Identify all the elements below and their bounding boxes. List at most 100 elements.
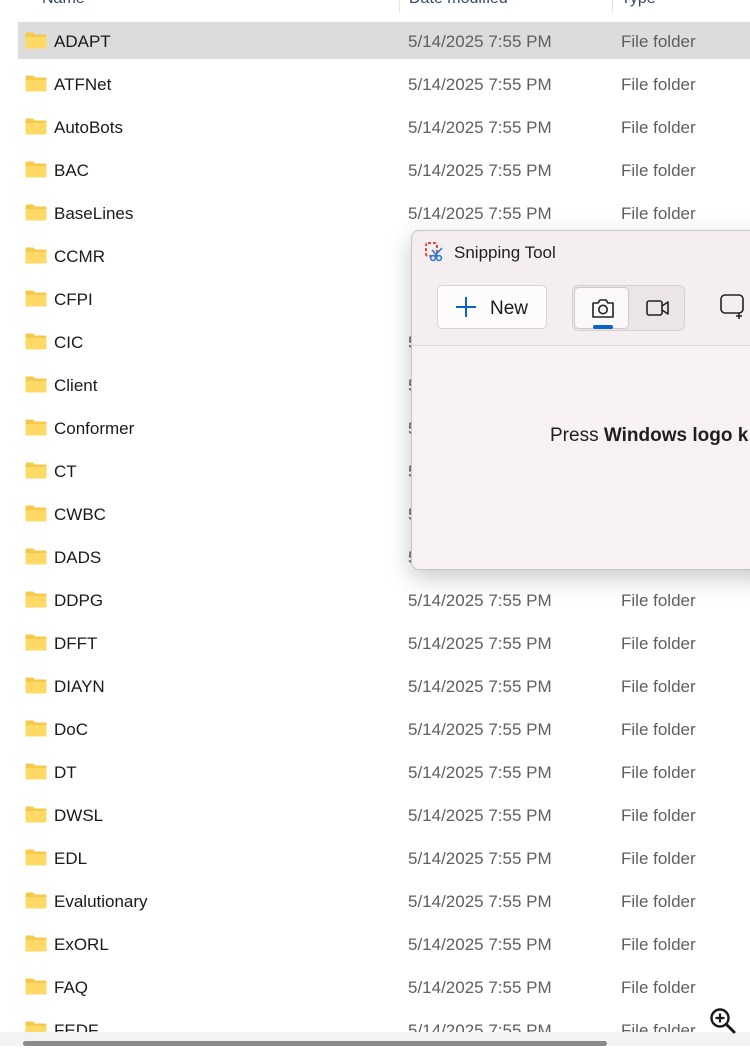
file-name: CCMR: [54, 247, 105, 266]
date-modified: 5/14/2025 7:55 PM: [408, 204, 552, 223]
titlebar[interactable]: Snipping Tool: [412, 231, 750, 275]
selected-indicator: [593, 325, 613, 329]
list-item[interactable]: ExORL 5/14/2025 7:55 PM File folder: [18, 925, 750, 962]
video-camera-icon: [646, 300, 669, 316]
plus-icon: [456, 297, 476, 317]
list-item[interactable]: ATFNet 5/14/2025 7:55 PM File folder: [18, 65, 750, 102]
file-name: BAC: [54, 161, 89, 180]
file-name: CFPI: [54, 290, 93, 309]
folder-icon: [25, 376, 47, 393]
folder-icon: [25, 247, 47, 264]
column-header: Name Date modified Type: [0, 0, 750, 12]
date-modified: 5/14/2025 7:55 PM: [408, 118, 552, 137]
list-item[interactable]: DFFT 5/14/2025 7:55 PM File folder: [18, 624, 750, 661]
folder-icon: [25, 634, 47, 651]
folder-icon: [25, 333, 47, 350]
file-name: Conformer: [54, 419, 135, 438]
camera-icon: [592, 299, 614, 318]
list-item[interactable]: DT 5/14/2025 7:55 PM File folder: [18, 753, 750, 790]
list-item[interactable]: FAQ 5/14/2025 7:55 PM File folder: [18, 968, 750, 1005]
file-name: BaseLines: [54, 204, 134, 223]
list-item[interactable]: DoC 5/14/2025 7:55 PM File folder: [18, 710, 750, 747]
date-modified: 5/14/2025 7:55 PM: [408, 161, 552, 180]
file-name: ADAPT: [54, 32, 111, 51]
file-name: DoC: [54, 720, 89, 739]
hint-text: Press Windows logo k: [550, 425, 749, 446]
new-button-label: New: [490, 298, 529, 319]
file-name: ATFNet: [54, 75, 112, 94]
file-type: File folder: [621, 32, 696, 51]
file-name: DT: [54, 763, 77, 782]
folder-icon: [25, 978, 47, 995]
folder-icon: [25, 677, 47, 694]
snipping-tool-window[interactable]: Snipping Tool New Press Windows logo k: [411, 230, 750, 570]
folder-icon: [25, 419, 47, 436]
date-modified: 5/14/2025 7:55 PM: [408, 591, 552, 610]
photo-mode-button[interactable]: [574, 287, 629, 329]
file-name: CIC: [54, 333, 84, 352]
window-title: Snipping Tool: [454, 243, 556, 262]
list-item[interactable]: DDPG 5/14/2025 7:55 PM File folder: [18, 581, 750, 618]
folder-icon: [25, 75, 47, 92]
column-separator[interactable]: [612, 0, 613, 12]
date-modified: 5/14/2025 7:55 PM: [408, 75, 552, 94]
rectangle-snip-icon: [720, 294, 744, 319]
new-snip-button[interactable]: New: [437, 285, 547, 329]
folder-icon: [25, 290, 47, 307]
column-date-header[interactable]: Date modified: [409, 0, 508, 8]
file-name: Client: [54, 376, 98, 395]
folder-icon: [25, 462, 47, 479]
file-type: File folder: [621, 849, 696, 868]
file-type: File folder: [621, 978, 696, 997]
file-name: DADS: [54, 548, 102, 567]
list-item[interactable]: ADAPT 5/14/2025 7:55 PM File folder: [18, 22, 750, 59]
scrollbar-thumb[interactable]: [23, 1041, 607, 1046]
date-modified: 5/14/2025 7:55 PM: [408, 892, 552, 911]
file-type: File folder: [621, 892, 696, 911]
folder-icon: [25, 204, 47, 221]
column-name-header[interactable]: Name: [42, 0, 85, 8]
folder-icon: [25, 32, 47, 49]
list-item[interactable]: DIAYN 5/14/2025 7:55 PM File folder: [18, 667, 750, 704]
list-item[interactable]: BaseLines 5/14/2025 7:55 PM File folder: [18, 194, 750, 231]
file-name: CWBC: [54, 505, 106, 524]
snip-shape-button[interactable]: [717, 289, 750, 325]
date-modified: 5/14/2025 7:55 PM: [408, 634, 552, 653]
file-name: DFFT: [54, 634, 98, 653]
file-type: File folder: [621, 677, 696, 696]
column-separator[interactable]: [399, 0, 400, 12]
folder-icon: [25, 935, 47, 952]
folder-icon: [25, 849, 47, 866]
file-name: DIAYN: [54, 677, 105, 696]
list-item[interactable]: BAC 5/14/2025 7:55 PM File folder: [18, 151, 750, 188]
date-modified: 5/14/2025 7:55 PM: [408, 806, 552, 825]
snipping-tool-icon: [425, 242, 443, 262]
video-mode-button[interactable]: [633, 287, 683, 329]
file-type: File folder: [621, 591, 696, 610]
folder-icon: [25, 591, 47, 608]
list-item[interactable]: Evalutionary 5/14/2025 7:55 PM File folder: [18, 882, 750, 919]
column-type-header[interactable]: Type: [621, 0, 656, 8]
list-item[interactable]: EDL 5/14/2025 7:55 PM File folder: [18, 839, 750, 876]
snip-body: Press Windows logo k: [412, 346, 750, 569]
date-modified: 5/14/2025 7:55 PM: [408, 849, 552, 868]
folder-icon: [25, 892, 47, 909]
folder-icon: [25, 548, 47, 565]
file-type: File folder: [621, 75, 696, 94]
file-name: EDL: [54, 849, 88, 868]
file-name: ExORL: [54, 935, 109, 954]
file-type: File folder: [621, 935, 696, 954]
file-name: FAQ: [54, 978, 89, 997]
list-item[interactable]: AutoBots 5/14/2025 7:55 PM File folder: [18, 108, 750, 145]
folder-icon: [25, 806, 47, 823]
date-modified: 5/14/2025 7:55 PM: [408, 763, 552, 782]
file-name: Evalutionary: [54, 892, 148, 911]
file-name: CT: [54, 462, 77, 481]
file-type: File folder: [621, 720, 696, 739]
folder-icon: [25, 118, 47, 135]
folder-icon: [25, 505, 47, 522]
list-item[interactable]: DWSL 5/14/2025 7:55 PM File folder: [18, 796, 750, 833]
file-type: File folder: [621, 634, 696, 653]
zoom-in-icon[interactable]: [708, 1006, 738, 1036]
date-modified: 5/14/2025 7:55 PM: [408, 720, 552, 739]
